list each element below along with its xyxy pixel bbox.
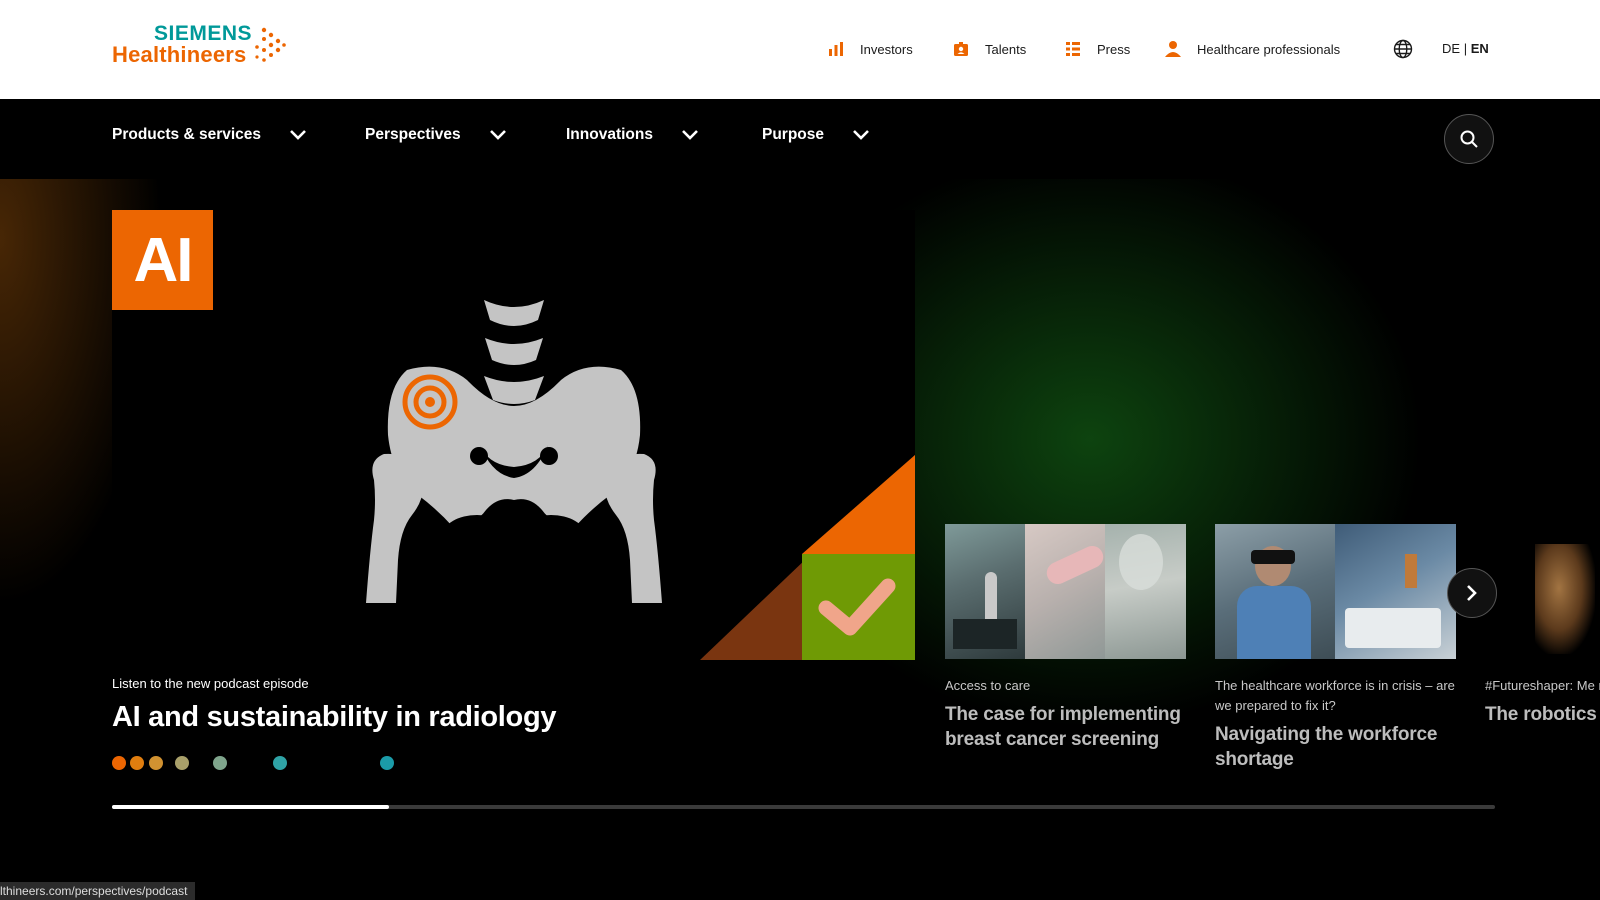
chevron-down-icon (489, 130, 506, 140)
article-card-kicker: Access to care (945, 678, 1031, 693)
article-card-thumbnail (945, 524, 1186, 659)
article-card-kicker: #Futureshaper: Me robots (1485, 678, 1600, 693)
language-separator: | (1463, 41, 1468, 56)
utility-link-investors[interactable]: Investors (826, 36, 913, 62)
list-icon (1063, 39, 1083, 59)
main-navigation: Products & services Perspectives Innovat… (0, 99, 1600, 179)
carousel-dot[interactable] (273, 756, 287, 770)
article-card-title: The case for implementing breast cancer … (945, 704, 1181, 750)
utility-label: Talents (985, 41, 1027, 57)
carousel-dot[interactable] (213, 756, 227, 770)
logo-line-2: Healthineers (112, 42, 247, 67)
globe-icon[interactable] (1393, 39, 1413, 64)
utility-label: Press (1097, 41, 1131, 57)
nav-label: Products & services (112, 126, 262, 143)
utility-label: Healthcare professionals (1197, 41, 1341, 57)
nav-label: Innovations (566, 126, 653, 143)
top-bar: SIEMENS Healthineers Investors Talents P… (0, 0, 1600, 99)
article-card[interactable]: #Futureshaper: Me robots The robotics i (1485, 524, 1600, 727)
utility-label: Investors (860, 41, 913, 57)
nav-label: Perspectives (365, 126, 461, 143)
carousel-next-button[interactable] (1447, 568, 1497, 618)
language-de[interactable]: DE (1442, 41, 1460, 56)
nav-label: Purpose (762, 126, 825, 143)
nav-perspectives[interactable]: Perspectives (365, 126, 507, 144)
chevron-down-icon (290, 130, 306, 140)
carousel-progress-fill (112, 805, 389, 809)
carousel-dot[interactable] (175, 756, 189, 770)
logo-dots-icon (255, 27, 286, 62)
utility-link-talents[interactable]: Talents (951, 36, 1026, 62)
utility-link-press[interactable]: Press (1063, 36, 1130, 62)
chevron-down-icon (682, 130, 698, 140)
nav-purpose[interactable]: Purpose (762, 126, 870, 144)
chevron-right-icon (1467, 585, 1477, 601)
chevron-down-icon (853, 130, 869, 140)
article-card-thumbnail (1215, 524, 1456, 659)
nav-products-services[interactable]: Products & services (112, 126, 307, 144)
article-card-kicker: The healthcare workforce is in crisis – … (1215, 678, 1455, 713)
article-card-thumbnail (1485, 524, 1600, 659)
carousel-dot[interactable] (112, 756, 126, 770)
article-card[interactable]: The healthcare workforce is in crisis – … (1215, 524, 1460, 772)
language-en[interactable]: EN (1471, 41, 1489, 56)
pelvis-illustration (366, 300, 915, 660)
siemens-healthineers-logo[interactable]: SIEMENS Healthineers (112, 20, 292, 70)
nav-innovations[interactable]: Innovations (566, 126, 699, 144)
id-badge-icon (951, 39, 971, 59)
article-card[interactable]: Access to care The case for implementing… (945, 524, 1190, 752)
person-icon (1163, 39, 1183, 59)
carousel-dot[interactable] (130, 756, 144, 770)
search-icon (1460, 130, 1478, 148)
hero-headline[interactable]: AI and sustainability in radiology (112, 701, 557, 734)
article-card-title: The robotics i (1485, 704, 1600, 725)
article-card-title: Navigating the workforce shortage (1215, 724, 1438, 770)
search-button[interactable] (1444, 114, 1494, 164)
hero-kicker: Listen to the new podcast episode (112, 676, 309, 691)
hero-carousel: AI Listen to the new podcast episode AI … (0, 179, 1600, 900)
carousel-dot[interactable] (149, 756, 163, 770)
utility-link-healthcare-professionals[interactable]: Healthcare professionals (1163, 36, 1340, 62)
browser-status-url: lthineers.com/perspectives/podcast (0, 882, 196, 900)
carousel-dot[interactable] (380, 756, 394, 770)
hero-image[interactable]: AI (112, 210, 915, 660)
bar-chart-icon (826, 39, 846, 59)
carousel-progress-track (112, 805, 1495, 809)
language-switcher: DE | EN (1442, 41, 1489, 56)
